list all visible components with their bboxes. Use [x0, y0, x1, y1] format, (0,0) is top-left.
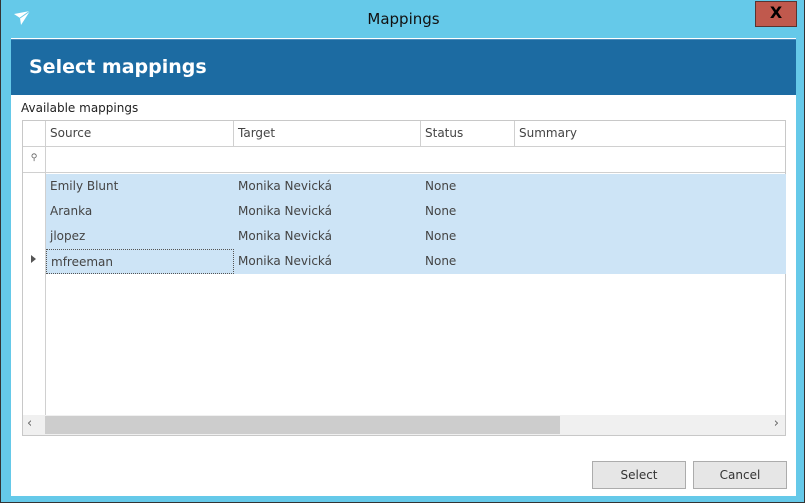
column-header-target[interactable]: Target — [234, 121, 421, 147]
cell-source: jlopez — [46, 224, 89, 249]
cell-source: Aranka — [46, 199, 96, 224]
filter-pin-icon: ⚲ — [23, 147, 46, 173]
cell-status: None — [421, 174, 460, 199]
mappings-grid[interactable]: Source Target Status Summary ⚲ Emily Blu… — [22, 120, 786, 436]
grid-label: Available mappings — [21, 101, 138, 115]
dialog-header: Select mappings — [11, 39, 796, 95]
select-button[interactable]: Select — [592, 461, 686, 489]
current-row-indicator-icon — [31, 255, 36, 263]
cell-summary — [515, 199, 523, 224]
table-row[interactable]: Emily Blunt Monika Nevická None — [46, 174, 786, 199]
cell-summary — [515, 174, 523, 199]
filter-row[interactable] — [46, 147, 785, 173]
cell-source: Emily Blunt — [46, 174, 122, 199]
cell-target: Monika Nevická — [234, 249, 336, 274]
column-header-summary[interactable]: Summary — [515, 121, 785, 147]
cell-status: None — [421, 199, 460, 224]
horizontal-scrollbar[interactable]: ‹ › — [23, 415, 785, 435]
cancel-button[interactable]: Cancel — [693, 461, 787, 489]
column-header-source[interactable]: Source — [46, 121, 234, 147]
row-header-column — [23, 173, 46, 415]
close-button[interactable]: X — [755, 1, 797, 27]
cell-summary — [515, 249, 523, 274]
cell-target: Monika Nevická — [234, 224, 336, 249]
cell-target: Monika Nevická — [234, 174, 336, 199]
scroll-left-icon[interactable]: ‹ — [27, 416, 32, 431]
row-header-corner — [23, 121, 46, 147]
cell-status: None — [421, 224, 460, 249]
cell-source[interactable]: mfreeman — [46, 249, 234, 274]
table-row-current[interactable]: mfreeman Monika Nevická None — [46, 249, 786, 274]
cell-status: None — [421, 249, 460, 274]
table-row[interactable]: jlopez Monika Nevická None — [46, 224, 786, 249]
cell-summary — [515, 224, 523, 249]
page-title: Select mappings — [29, 56, 207, 78]
cell-target: Monika Nevická — [234, 199, 336, 224]
dialog-panel: Select mappings Available mappings Sourc… — [11, 38, 796, 496]
table-row[interactable]: Aranka Monika Nevická None — [46, 199, 786, 224]
column-header-status[interactable]: Status — [421, 121, 515, 147]
scroll-right-icon[interactable]: › — [774, 416, 779, 431]
window-title: Mappings — [1, 10, 805, 28]
title-bar[interactable]: Mappings X — [1, 0, 805, 38]
scrollbar-thumb[interactable] — [45, 416, 560, 434]
